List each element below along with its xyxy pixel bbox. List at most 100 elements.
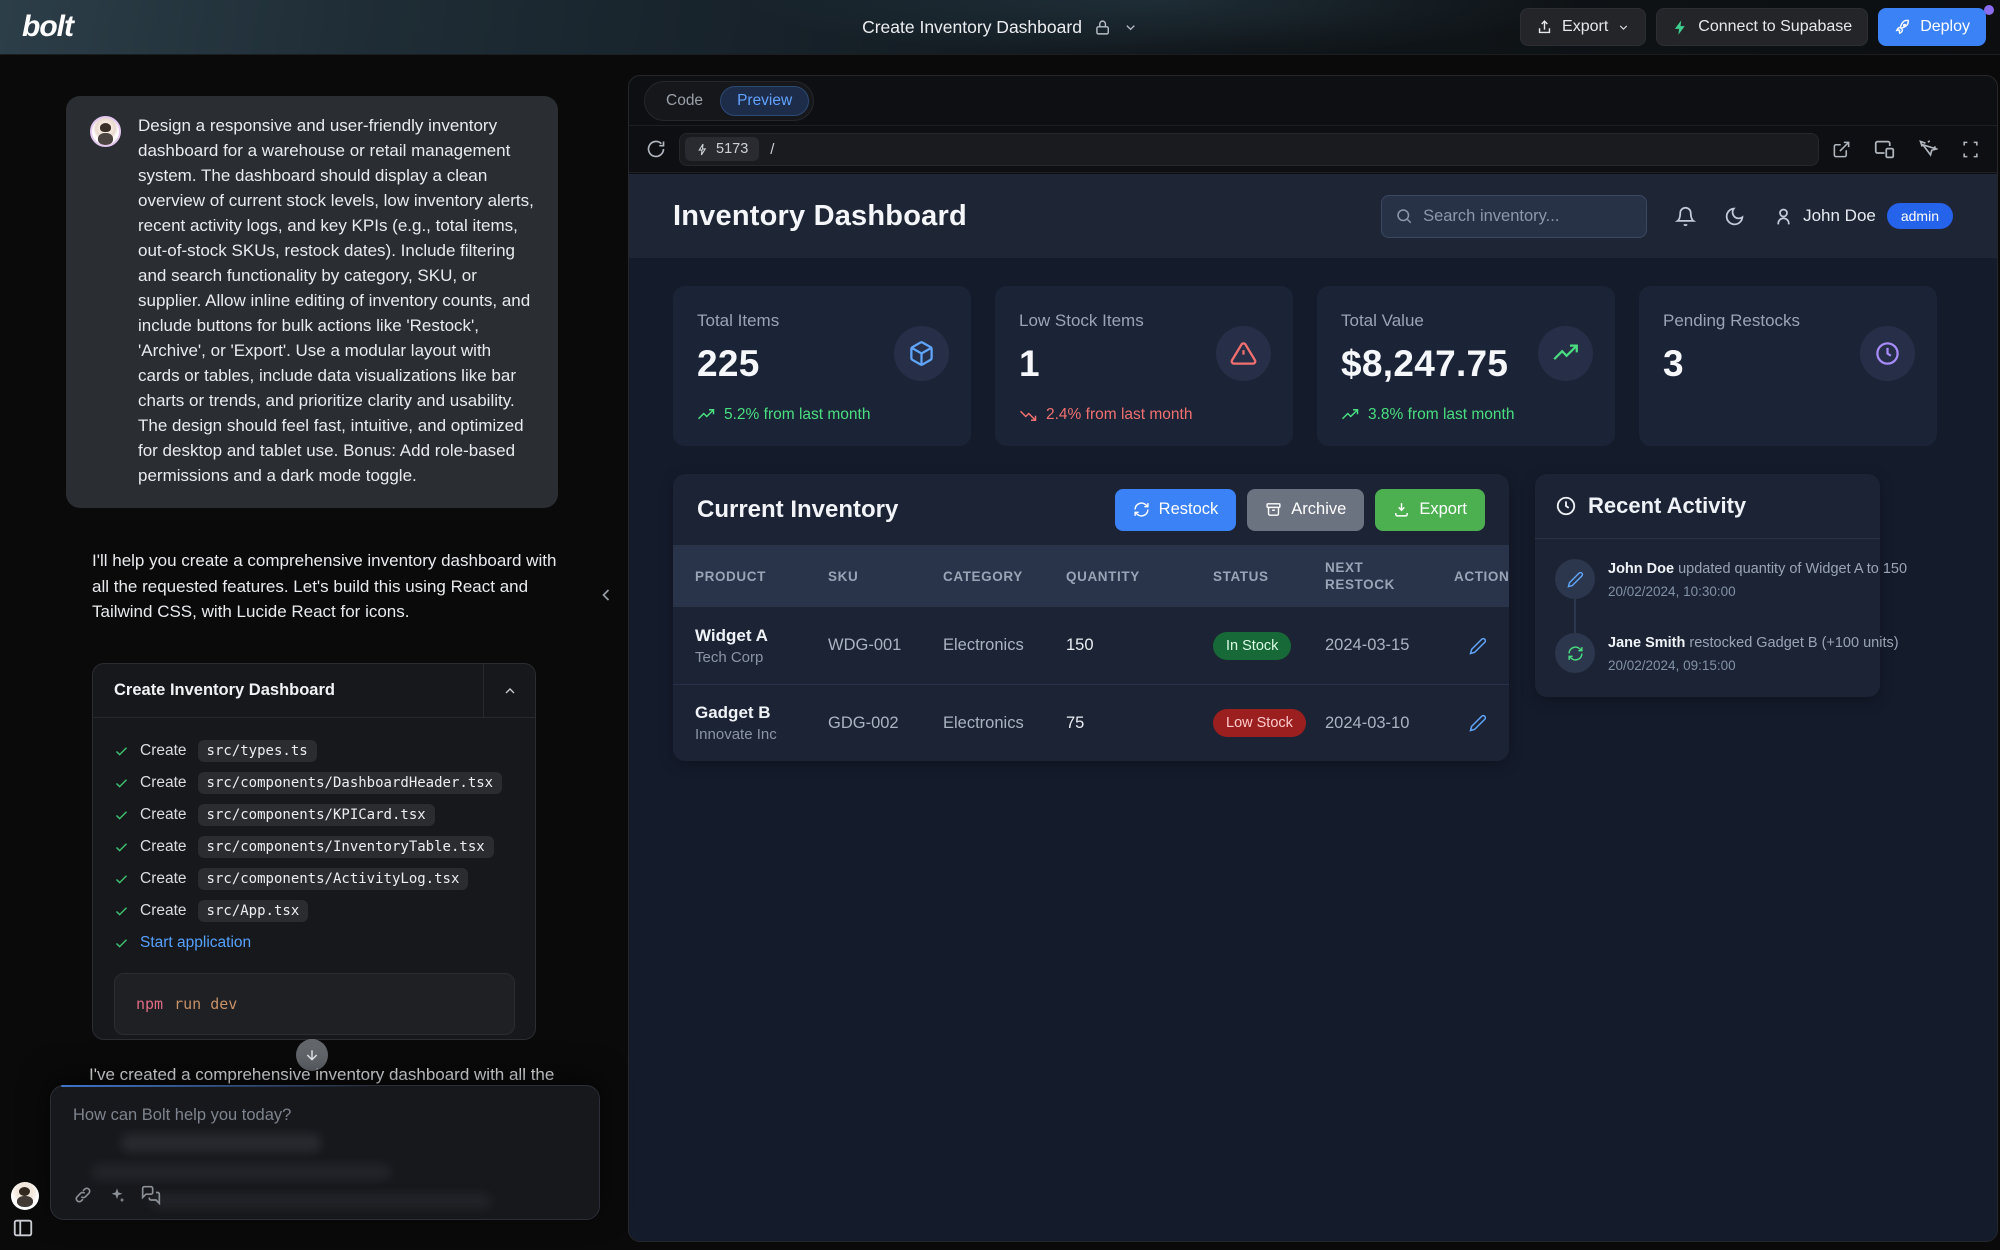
blurred-content <box>151 1194 491 1208</box>
product-name: Widget A <box>695 626 828 646</box>
project-title: Create Inventory Dashboard <box>862 17 1082 38</box>
chevron-up-icon <box>502 683 518 699</box>
refresh-icon <box>1555 633 1595 673</box>
devices-icon[interactable] <box>1874 139 1895 160</box>
discuss-chat-icon[interactable] <box>141 1185 161 1205</box>
check-icon <box>114 808 129 823</box>
file-path[interactable]: src/components/DashboardHeader.tsx <box>198 772 503 794</box>
table-row[interactable]: Gadget B Innovate Inc GDG-002 Electronic… <box>673 684 1509 761</box>
table-row[interactable]: Widget A Tech Corp WDG-001 Electronics 1… <box>673 607 1509 684</box>
tab-preview[interactable]: Preview <box>720 86 809 116</box>
url-field[interactable]: 5173 / <box>679 133 1819 166</box>
export-button[interactable]: Export <box>1520 8 1646 46</box>
collapse-panel-chevron[interactable] <box>596 585 616 605</box>
check-icon <box>114 904 129 919</box>
trending-up-icon <box>1538 326 1593 381</box>
user-name: John Doe <box>1803 206 1876 226</box>
kpi-row: Total Items 225 5.2% from last month Low… <box>673 286 1937 446</box>
attach-link-icon[interactable] <box>73 1185 93 1205</box>
fullscreen-icon[interactable] <box>1961 140 1980 159</box>
user-menu[interactable]: John Doe <box>1773 206 1876 227</box>
check-icon <box>114 872 129 887</box>
tab-code[interactable]: Code <box>649 86 720 116</box>
quantity-cell[interactable]: 150 <box>1066 636 1213 655</box>
upload-icon <box>1536 19 1553 36</box>
file-path[interactable]: src/types.ts <box>198 740 317 762</box>
export-csv-button[interactable]: Export <box>1375 489 1485 531</box>
terminal-command: npm run dev <box>114 973 515 1035</box>
chevron-down-icon <box>1617 21 1630 34</box>
preview-panel: Code Preview 5173 / Inventory Dashboard <box>628 75 1998 1242</box>
edit-pencil-icon[interactable] <box>1469 637 1487 655</box>
activity-title: Recent Activity <box>1588 493 1746 519</box>
check-icon <box>114 936 129 951</box>
person-icon <box>1773 206 1794 227</box>
dark-mode-moon-icon[interactable] <box>1724 206 1745 227</box>
enhance-sparkles-icon[interactable] <box>107 1185 127 1205</box>
check-icon <box>114 744 129 759</box>
dashboard-title: Inventory Dashboard <box>673 200 967 233</box>
deploy-button[interactable]: Deploy <box>1878 8 1986 46</box>
quantity-cell[interactable]: 75 <box>1066 714 1213 733</box>
start-application-link[interactable]: Start application <box>140 934 251 952</box>
activity-timestamp: 20/02/2024, 10:30:00 <box>1608 584 1907 599</box>
scroll-to-bottom-button[interactable] <box>296 1039 328 1071</box>
archive-button[interactable]: Archive <box>1247 489 1364 531</box>
build-step: Create src/components/DashboardHeader.ts… <box>114 767 515 799</box>
file-path[interactable]: src/components/ActivityLog.tsx <box>198 868 469 890</box>
editor-tab-bar: Code Preview <box>629 76 1997 126</box>
sku-cell: GDG-002 <box>828 714 943 733</box>
restock-date-cell: 2024-03-10 <box>1325 714 1454 733</box>
inspect-cursor-icon[interactable] <box>1918 139 1938 159</box>
alert-triangle-icon <box>1216 326 1271 381</box>
inventory-search-input[interactable] <box>1423 207 1643 226</box>
connect-supabase-button[interactable]: Connect to Supabase <box>1656 8 1868 46</box>
dashboard-header: Inventory Dashboard John Doe admin <box>629 174 1997 258</box>
chevron-down-icon[interactable] <box>1123 20 1138 35</box>
product-supplier: Tech Corp <box>695 649 828 666</box>
inventory-search-box[interactable] <box>1381 195 1647 238</box>
product-name: Gadget B <box>695 703 828 723</box>
trending-up-icon <box>697 406 715 424</box>
chat-input-box[interactable] <box>50 1085 600 1220</box>
build-step: Create src/types.ts <box>114 735 515 767</box>
app-preview: Inventory Dashboard John Doe admin Total… <box>629 174 1997 1242</box>
bell-icon[interactable] <box>1675 206 1696 227</box>
edit-pencil-icon[interactable] <box>1469 714 1487 732</box>
check-icon <box>114 776 129 791</box>
sku-cell: WDG-001 <box>828 636 943 655</box>
archive-icon <box>1265 501 1282 518</box>
chat-panel: Design a responsive and user-friendly in… <box>0 55 628 1250</box>
table-header: PRODUCT SKU CATEGORY QUANTITY STATUS NEX… <box>673 545 1509 607</box>
package-icon <box>894 326 949 381</box>
account-avatar[interactable] <box>11 1182 39 1210</box>
activity-timestamp: 20/02/2024, 09:15:00 <box>1608 658 1899 673</box>
open-external-icon[interactable] <box>1832 140 1851 159</box>
port-pill[interactable]: 5173 <box>685 137 759 161</box>
supabase-bolt-icon <box>1672 19 1689 36</box>
top-bar: bolt Create Inventory Dashboard Export C… <box>0 0 2000 55</box>
collapse-toggle-button[interactable] <box>483 664 535 717</box>
role-badge: admin <box>1887 203 1953 229</box>
restock-button[interactable]: Restock <box>1115 489 1237 531</box>
file-path[interactable]: src/components/InventoryTable.tsx <box>198 836 494 858</box>
lock-icon <box>1094 19 1111 36</box>
bolt-logo[interactable]: bolt <box>22 10 73 44</box>
file-path[interactable]: src/App.tsx <box>198 900 309 922</box>
category-cell: Electronics <box>943 714 1066 733</box>
assistant-message: I'll help you create a comprehensive inv… <box>92 548 560 625</box>
build-step: Create src/components/ActivityLog.tsx <box>114 863 515 895</box>
user-message: Design a responsive and user-friendly in… <box>66 96 558 508</box>
download-icon <box>1393 501 1410 518</box>
sidebar-toggle-icon[interactable] <box>12 1217 34 1239</box>
timeline-connector <box>1574 599 1576 635</box>
project-title-group[interactable]: Create Inventory Dashboard <box>862 17 1138 38</box>
user-avatar <box>90 116 121 147</box>
clock-icon <box>1860 326 1915 381</box>
kpi-card-low-stock: Low Stock Items 1 2.4% from last month <box>995 286 1293 446</box>
activity-item: John Doe updated quantity of Widget A to… <box>1555 559 1860 599</box>
pencil-icon <box>1555 559 1595 599</box>
reload-icon[interactable] <box>646 139 666 159</box>
status-badge: Low Stock <box>1213 709 1306 737</box>
file-path[interactable]: src/components/KPICard.tsx <box>198 804 435 826</box>
